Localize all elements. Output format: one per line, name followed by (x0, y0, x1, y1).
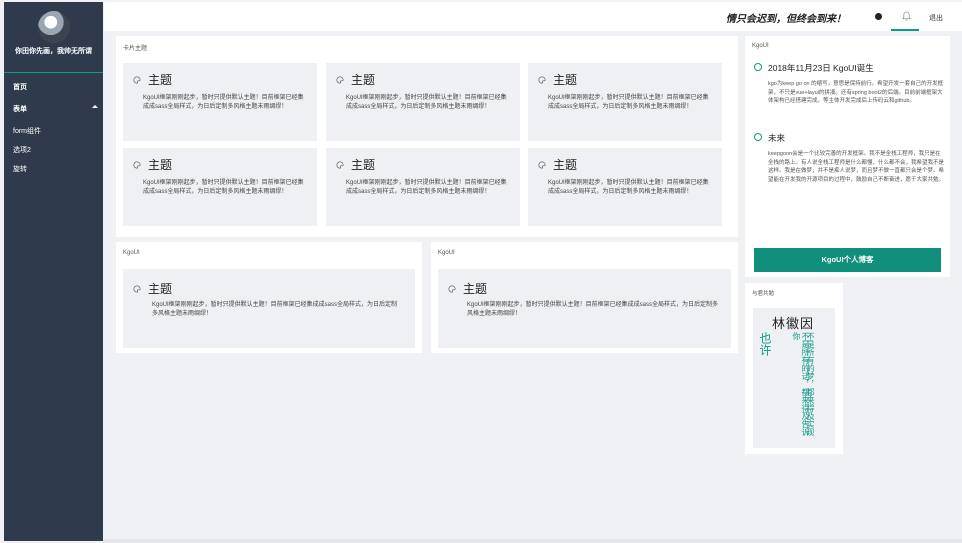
card-title: 主题 (463, 282, 488, 296)
sidebar-item-option2[interactable]: 选项2 (13, 145, 31, 155)
timeline-item-text: kgo为keep go on 的缩写，意思是保持前行。希望开发一套自己的开发框架… (768, 81, 944, 104)
timeline-item-text: keepgoon会是一个比较完善的开发框架。我不是全栈工程师，我只是在全栈的路上… (768, 151, 945, 183)
card-title: 主题 (553, 158, 578, 172)
palette-icon (133, 284, 141, 293)
theme-card[interactable]: 主题 KgoUI框架刚刚起步，暂时只提供默认主题！目前框架已经集成成sass全局… (123, 148, 317, 226)
avatar[interactable] (38, 11, 70, 43)
poem-line-2: 不是所有的话，都来得及告诉你 (792, 332, 810, 436)
card-text: KgoUI框架刚刚起步，暂时只提供默认主题！目前框架已经集成成sass全局样式，… (467, 302, 719, 317)
card-title: 主题 (148, 158, 173, 172)
timeline-panel: KgoUI 2018年11月23日 KgoUI诞生 kgo为keep go on… (745, 36, 950, 277)
card-text: KgoUI框架刚刚起步，暂时只提供默认主题！目前框架已经集成成sass全局样式，… (346, 95, 507, 110)
palette-icon (538, 75, 546, 84)
theme-cards-panel: 卡片主题 主题 KgoUI框架刚刚起步，暂时只提供默认主题！目前框架已经集成成s… (116, 36, 738, 237)
card-text: KgoUI框架刚刚起步，暂时只提供默认主题！目前框架已经集成成sass全局样式，… (346, 180, 507, 195)
sidebar-divider (4, 72, 103, 73)
theme-card[interactable]: 主题 KgoUI框架刚刚起步，暂时只提供默认主题！目前框架已经集成成sass全局… (528, 148, 722, 226)
timeline-circle-icon (754, 133, 762, 141)
card-text: KgoUI框架刚刚起步，暂时只提供默认主题！目前框架已经集成成sass全局样式，… (548, 180, 709, 195)
card-text: KgoUI框架刚刚起步，暂时只提供默认主题！目前框架已经集成成sass全局样式，… (143, 180, 304, 195)
palette-icon (336, 160, 344, 169)
kgoui-panel-right: KgoUI 主题 KgoUI框架刚刚起步，暂时只提供默认主题！目前框架已经集成成… (431, 242, 738, 353)
palette-icon (448, 284, 456, 293)
top-bar: 情只会迟到，但终会到来！ 退出 (104, 2, 962, 31)
theme-card[interactable]: 主题 KgoUI框架刚刚起步，暂时只提供默认主题！目前框架已经集成成sass全局… (438, 269, 731, 348)
user-name: 你田你先画，我帅无所谓 (15, 48, 92, 55)
card-text: KgoUI框架刚刚起步，暂时只提供默认主题！目前框架已经集成成sass全局样式，… (143, 95, 304, 110)
card-title: 主题 (351, 73, 376, 87)
card-text: KgoUI框架刚刚起步，暂时只提供默认主题！目前框架已经集成成sass全局样式，… (548, 95, 709, 110)
timeline-item-title: 未来 (768, 133, 786, 143)
palette-icon (133, 160, 141, 169)
palette-icon (538, 160, 546, 169)
sidebar-item-home[interactable]: 首页 (13, 82, 27, 92)
theme-card[interactable]: 主题 KgoUI框架刚刚起步，暂时只提供默认主题！目前框架已经集成成sass全局… (326, 148, 520, 226)
poem-line-3: 也许 (758, 332, 772, 356)
card-title: 主题 (148, 282, 173, 296)
sidebar-item-rotate[interactable]: 旋转 (13, 164, 27, 174)
theme-dot-icon[interactable] (875, 13, 882, 20)
active-tab-indicator (891, 29, 919, 31)
page-bottom-edge (104, 539, 962, 543)
blog-button[interactable]: KgoUI个人博客 (754, 248, 941, 272)
panel-title: KgoUI (438, 250, 455, 256)
timeline-item-title: 2018年11月23日 KgoUI诞生 (768, 63, 874, 73)
theme-card[interactable]: 主题 KgoUI框架刚刚起步，暂时只提供默认主题！目前框架已经集成成sass全局… (326, 63, 520, 141)
logout-link[interactable]: 退出 (929, 13, 943, 23)
palette-icon (133, 75, 141, 84)
slogan: 情只会迟到，但终会到来！ (726, 14, 846, 25)
timeline-circle-icon (754, 63, 762, 71)
panel-title: KgoUI (123, 250, 140, 256)
kgoui-panel-left: KgoUI 主题 KgoUI框架刚刚起步，暂时只提供默认主题！目前框架已经集成成… (116, 242, 422, 353)
palette-icon (336, 75, 344, 84)
card-text: KgoUI框架刚刚起步，暂时只提供默认主题！目前框架已经集成成sass全局样式，… (152, 302, 398, 317)
bell-icon[interactable] (902, 11, 911, 21)
theme-card[interactable]: 主题 KgoUI框架刚刚起步，暂时只提供默认主题！目前框架已经集成成sass全局… (123, 63, 317, 141)
chevron-up-icon[interactable] (92, 105, 98, 108)
poem-box: 林徽因 不是所有的梦，都来得及实现 不是所有的话，都来得及告诉你 也许 (753, 308, 835, 448)
sidebar-item-form-component[interactable]: form组件 (13, 126, 41, 136)
sidebar-item-form[interactable]: 表单 (13, 104, 27, 114)
panel-title: 与君共勉 (752, 291, 775, 297)
panel-title: 卡片主题 (123, 46, 148, 52)
card-title: 主题 (148, 73, 173, 87)
poem-panel: 与君共勉 林徽因 不是所有的梦，都来得及实现 不是所有的话，都来得及告诉你 也许 (745, 283, 843, 454)
theme-card[interactable]: 主题 KgoUI框架刚刚起步，暂时只提供默认主题！目前框架已经集成成sass全局… (123, 269, 415, 348)
card-title: 主题 (553, 73, 578, 87)
card-title: 主题 (351, 158, 376, 172)
theme-card[interactable]: 主题 KgoUI框架刚刚起步，暂时只提供默认主题！目前框架已经集成成sass全局… (528, 63, 722, 141)
sidebar: 你田你先画，我帅无所谓 首页 表单 form组件 选项2 旋转 (4, 2, 103, 541)
panel-title: KgoUI (752, 43, 769, 49)
poem-author: 林徽因 (772, 316, 815, 331)
